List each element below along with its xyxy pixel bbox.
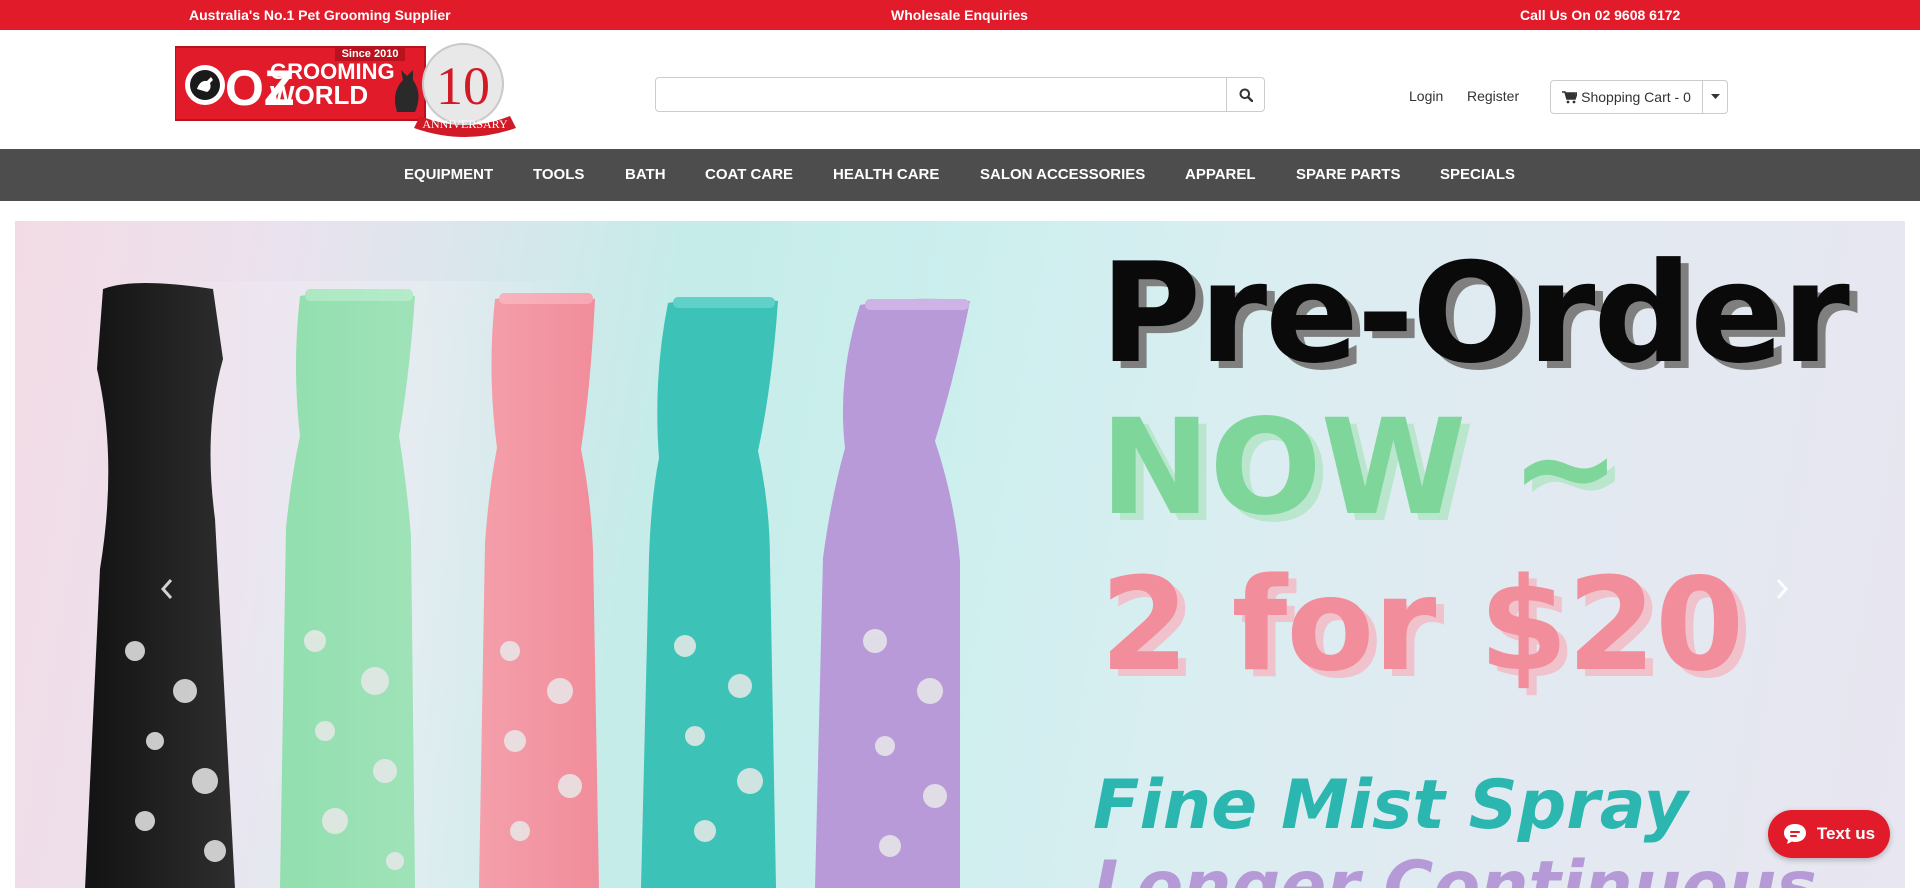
text-us-label: Text us <box>1816 824 1876 843</box>
cart-label: Shopping Cart - 0 <box>1581 89 1691 105</box>
promo-price-text: 2 for $20 <box>1100 551 1744 700</box>
nav-item-apparel[interactable]: APPAREL <box>1185 166 1256 183</box>
caret-down-icon <box>1710 94 1720 99</box>
logo-world: WORLD <box>270 80 368 110</box>
text-us-button[interactable]: Text us <box>1768 810 1890 858</box>
logo-years: 10 <box>436 56 490 116</box>
phone-number[interactable]: Call Us On 02 9608 6172 <box>1520 7 1680 23</box>
top-info-bar: Australia's No.1 Pet Grooming Supplier W… <box>0 0 1920 30</box>
cart-dropdown-toggle[interactable] <box>1703 81 1727 113</box>
cart-icon <box>1562 90 1578 103</box>
shopping-cart-button[interactable]: Shopping Cart - 0 <box>1551 81 1703 113</box>
nav-item-specials[interactable]: SPECIALS <box>1440 166 1515 183</box>
nav-item-bath[interactable]: BATH <box>625 166 666 183</box>
nav-item-coat-care[interactable]: COAT CARE <box>705 166 793 183</box>
login-link[interactable]: Login <box>1409 88 1443 104</box>
carousel-prev-button[interactable] <box>152 574 182 604</box>
search-input[interactable] <box>656 78 1227 111</box>
chat-bubble-icon <box>1783 824 1806 844</box>
shopping-cart: Shopping Cart - 0 <box>1550 80 1728 114</box>
search-button[interactable] <box>1226 78 1264 111</box>
chevron-right-icon <box>1776 579 1789 599</box>
nav-item-spare-parts[interactable]: SPARE PARTS <box>1296 166 1400 183</box>
promo-now-text: NOW ~ <box>1100 391 1621 545</box>
chevron-left-icon <box>160 579 173 599</box>
nav-item-health-care[interactable]: HEALTH CARE <box>833 166 939 183</box>
carousel-next-button[interactable] <box>1767 574 1797 604</box>
site-logo[interactable]: Since 2010 OZ GROOMING WORLD 10 ANNIVERS… <box>174 42 530 140</box>
promo-headline: Pre-Order <box>1100 233 1850 394</box>
tagline: Australia's No.1 Pet Grooming Supplier <box>189 7 451 23</box>
register-link[interactable]: Register <box>1467 88 1519 104</box>
wholesale-enquiries-link[interactable]: Wholesale Enquiries <box>891 7 1028 23</box>
nav-item-tools[interactable]: TOOLS <box>533 166 584 183</box>
nav-item-equipment[interactable]: EQUIPMENT <box>404 166 493 183</box>
site-header: Since 2010 OZ GROOMING WORLD 10 ANNIVERS… <box>0 30 1920 149</box>
search-icon <box>1239 88 1253 102</box>
hero-carousel[interactable]: Pre-Order NOW ~ 2 for $20 Fine Mist Spra… <box>15 221 1905 888</box>
nav-item-salon-accessories[interactable]: SALON ACCESSORIES <box>980 166 1145 183</box>
logo-graphic: Since 2010 OZ GROOMING WORLD 10 ANNIVERS… <box>174 43 516 137</box>
promo-feature-text: Fine Mist Spray <box>1093 766 1688 845</box>
promo-feature-text-2: Longer Continuous <box>1093 847 1817 888</box>
logo-anniversary: ANNIVERSARY <box>422 117 508 131</box>
main-navigation: EQUIPMENT TOOLS BATH COAT CARE HEALTH CA… <box>0 149 1920 201</box>
search-bar <box>655 77 1265 112</box>
